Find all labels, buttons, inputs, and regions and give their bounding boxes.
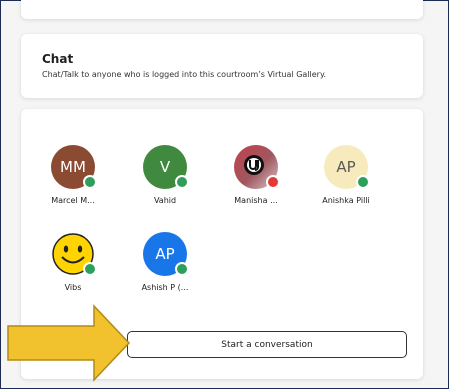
pointer-arrow-icon xyxy=(7,304,131,382)
online-status-icon xyxy=(83,262,97,276)
avatar xyxy=(51,232,97,276)
participant-anishka[interactable]: AP Anishka Pilli xyxy=(306,145,386,205)
avatar: MM xyxy=(51,145,97,189)
participant-vahid[interactable]: V Vahid xyxy=(125,145,205,205)
avatar-initials: MM xyxy=(60,158,86,176)
participant-name: Vahid xyxy=(153,196,177,205)
avatar: V xyxy=(143,145,189,189)
online-status-icon xyxy=(356,175,370,189)
chat-description: Chat/Talk to anyone who is logged into t… xyxy=(42,70,327,79)
busy-status-icon xyxy=(266,175,280,189)
online-status-icon xyxy=(175,175,189,189)
previous-section-card xyxy=(21,0,423,19)
participant-name: Vibs xyxy=(64,283,82,292)
online-status-icon xyxy=(175,262,189,276)
participant-manisha[interactable]: Manisha ... xyxy=(216,145,296,205)
online-status-icon xyxy=(83,175,97,189)
chat-header-card: Chat Chat/Talk to anyone who is logged i… xyxy=(21,34,423,98)
participant-name: Ashish P (... xyxy=(141,283,189,292)
participant-name: Marcel M... xyxy=(51,196,95,205)
avatar-initials: AP xyxy=(336,158,356,176)
participant-name: Manisha ... xyxy=(234,196,278,205)
chat-title: Chat xyxy=(42,52,74,66)
avatar: AP xyxy=(324,145,370,189)
avatar-initials: V xyxy=(159,158,171,176)
start-conversation-button[interactable]: Start a conversation xyxy=(127,331,407,358)
avatar-initials: AP xyxy=(155,245,175,263)
participant-name: Anishka Pilli xyxy=(322,196,370,205)
participant-ashish[interactable]: AP Ashish P (... xyxy=(125,232,205,292)
participant-vibs[interactable]: Vibs xyxy=(33,232,113,292)
chat-panel: Chat Chat/Talk to anyone who is logged i… xyxy=(0,0,449,389)
participant-marcel[interactable]: MM Marcel M... xyxy=(33,145,113,205)
avatar: AP xyxy=(143,232,189,276)
avatar xyxy=(234,145,280,189)
